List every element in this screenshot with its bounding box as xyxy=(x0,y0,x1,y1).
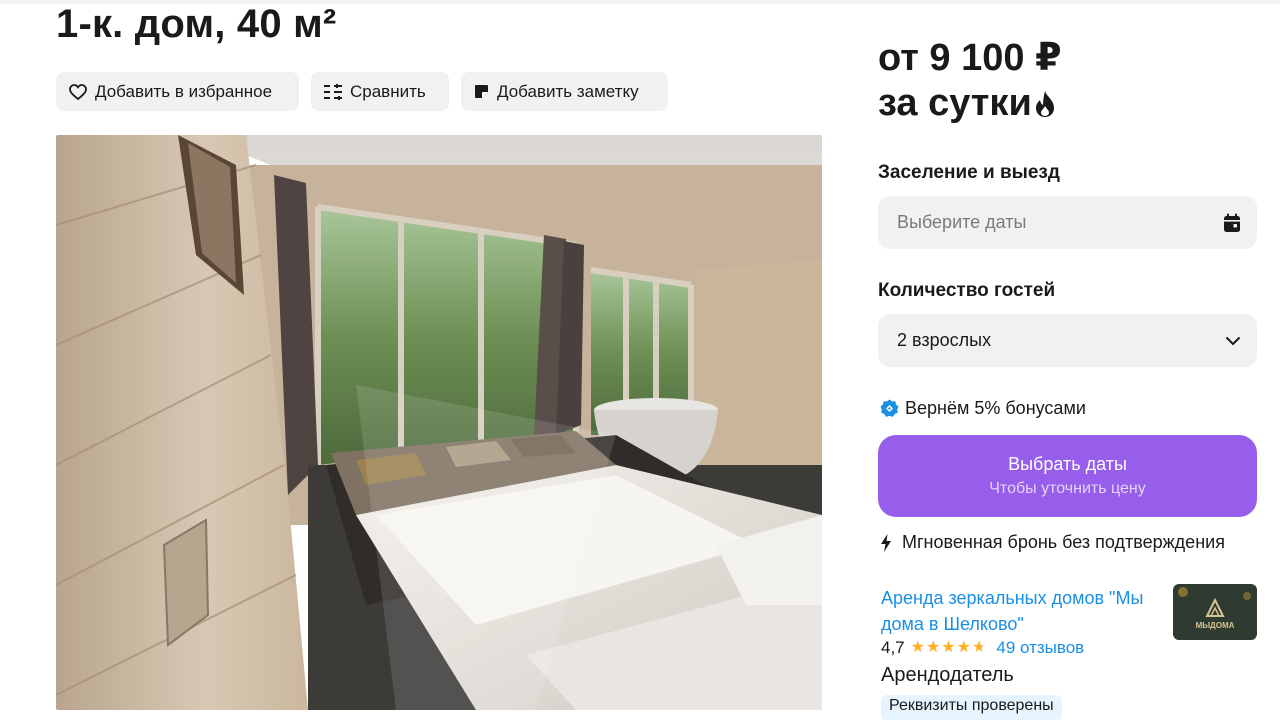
star-icon: ★ xyxy=(972,639,987,656)
star-icon: ★ xyxy=(941,639,956,656)
seller-logo[interactable]: МЫДОМА xyxy=(1173,584,1257,640)
chevron-down-icon xyxy=(1226,336,1240,345)
listing-actions: Добавить в избранное Сравнить Добавить з… xyxy=(56,72,668,111)
add-to-favorites-label: Добавить в избранное xyxy=(95,81,273,101)
rating-value: 4,7 xyxy=(881,638,905,657)
price-period: за сутки xyxy=(878,82,1032,124)
select-dates-button[interactable]: Выбрать даты Чтобы уточнить цену xyxy=(878,435,1257,517)
star-icon: ★ xyxy=(956,639,972,656)
bonus-icon xyxy=(880,399,899,417)
bonus-text: Вернём 5% бонусами xyxy=(905,398,1086,418)
listing-title: 1-к. дом, 40 м² xyxy=(56,2,337,46)
calendar-icon[interactable] xyxy=(1223,213,1241,233)
bonus-info: Вернём 5% бонусами xyxy=(880,398,1086,419)
seller-logo-text: МЫДОМА xyxy=(1196,621,1235,630)
bedroom-photo-image xyxy=(56,135,822,710)
seller-rating: 4,7 ★ ★ ★ ★ ★ 49 отзывов xyxy=(881,638,1084,658)
add-note-label: Добавить заметку xyxy=(497,81,639,101)
price-block: от 9 100 ₽ за сутки xyxy=(878,36,1062,126)
verified-badge: Реквизиты проверены xyxy=(881,695,1062,720)
star-icon: ★ xyxy=(925,639,941,656)
fire-icon xyxy=(1035,91,1054,117)
heart-icon xyxy=(69,83,87,100)
listing-photo[interactable] xyxy=(56,135,822,710)
guests-count-label: Количество гостей xyxy=(878,280,1056,301)
select-dates-label: Выбрать даты xyxy=(1008,454,1127,474)
guests-select[interactable]: 2 взрослых xyxy=(878,314,1257,367)
compare-button[interactable]: Сравнить xyxy=(311,72,449,111)
checkin-checkout-label: Заселение и выезд xyxy=(878,162,1060,183)
star-icon: ★ xyxy=(910,639,925,656)
add-note-button[interactable]: Добавить заметку xyxy=(461,72,668,111)
note-icon xyxy=(475,85,488,98)
price-period-line: за сутки xyxy=(878,81,1062,126)
add-to-favorites-button[interactable]: Добавить в избранное xyxy=(56,72,299,111)
compare-label: Сравнить xyxy=(350,81,426,101)
price-value: от 9 100 ₽ xyxy=(878,37,1062,79)
instant-booking-text: Мгновенная бронь без подтверждения xyxy=(902,532,1225,552)
rating-stars: ★ ★ ★ ★ ★ xyxy=(911,640,987,656)
dates-field[interactable] xyxy=(878,196,1257,249)
seller-role: Арендодатель xyxy=(881,664,1014,686)
compare-icon xyxy=(324,83,342,100)
lightning-icon xyxy=(881,533,891,552)
instant-booking-info: Мгновенная бронь без подтверждения xyxy=(880,532,1225,553)
seller-logo-image: МЫДОМА xyxy=(1173,584,1257,640)
seller-name-link[interactable]: Аренда зеркальных домов "Мы дома в Шелко… xyxy=(881,585,1161,637)
select-dates-sublabel: Чтобы уточнить цену xyxy=(989,480,1146,497)
reviews-link[interactable]: 49 отзывов xyxy=(996,638,1084,658)
dates-input[interactable] xyxy=(897,212,1197,233)
guests-value: 2 взрослых xyxy=(897,330,992,350)
